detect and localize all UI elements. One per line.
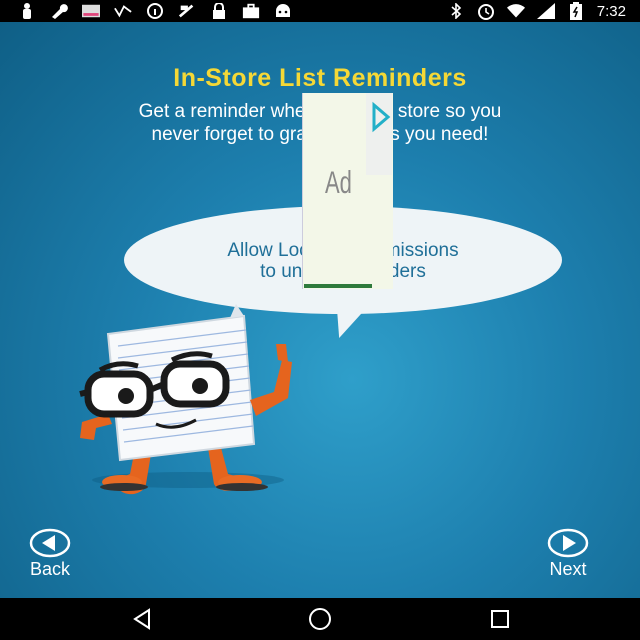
fax-icon xyxy=(178,2,196,20)
system-nav-bar xyxy=(0,598,640,640)
page-title: In-Store List Reminders xyxy=(173,64,467,92)
mascot-illustration xyxy=(79,304,292,495)
android-icon xyxy=(274,2,292,20)
signal-wave-icon xyxy=(114,2,132,20)
next-button[interactable]: Next xyxy=(546,528,590,580)
lock-icon xyxy=(210,2,228,20)
back-arrow-icon xyxy=(29,528,71,558)
photo-icon xyxy=(82,2,100,20)
cellular-icon xyxy=(536,2,555,20)
briefcase-icon xyxy=(242,2,260,20)
bluetooth-icon xyxy=(447,2,465,20)
ad-play-area[interactable] xyxy=(366,93,392,175)
onboarding-screen: In-Store List Reminders Get a reminder w… xyxy=(0,22,640,598)
person-icon xyxy=(18,2,36,20)
wifi-icon xyxy=(506,2,525,20)
status-left-icons xyxy=(0,2,292,20)
status-time: 7:32 xyxy=(596,2,626,20)
wrench-icon xyxy=(50,2,68,20)
nav-recents-icon[interactable] xyxy=(484,606,516,632)
nav-home-icon[interactable] xyxy=(304,606,336,632)
alarm-icon xyxy=(477,2,495,20)
status-bar: 7:32 xyxy=(0,0,640,22)
back-label: Back xyxy=(29,559,71,579)
ad-label: Ad xyxy=(325,164,352,201)
status-right-icons: 7:32 xyxy=(447,0,626,22)
next-label: Next xyxy=(549,559,587,579)
nav-back-icon[interactable] xyxy=(126,606,158,632)
battery-icon xyxy=(567,2,585,20)
ad-progress-bar xyxy=(304,284,372,288)
next-arrow-icon xyxy=(547,528,589,558)
back-button[interactable]: Back xyxy=(28,528,72,580)
info-icon xyxy=(146,2,164,20)
